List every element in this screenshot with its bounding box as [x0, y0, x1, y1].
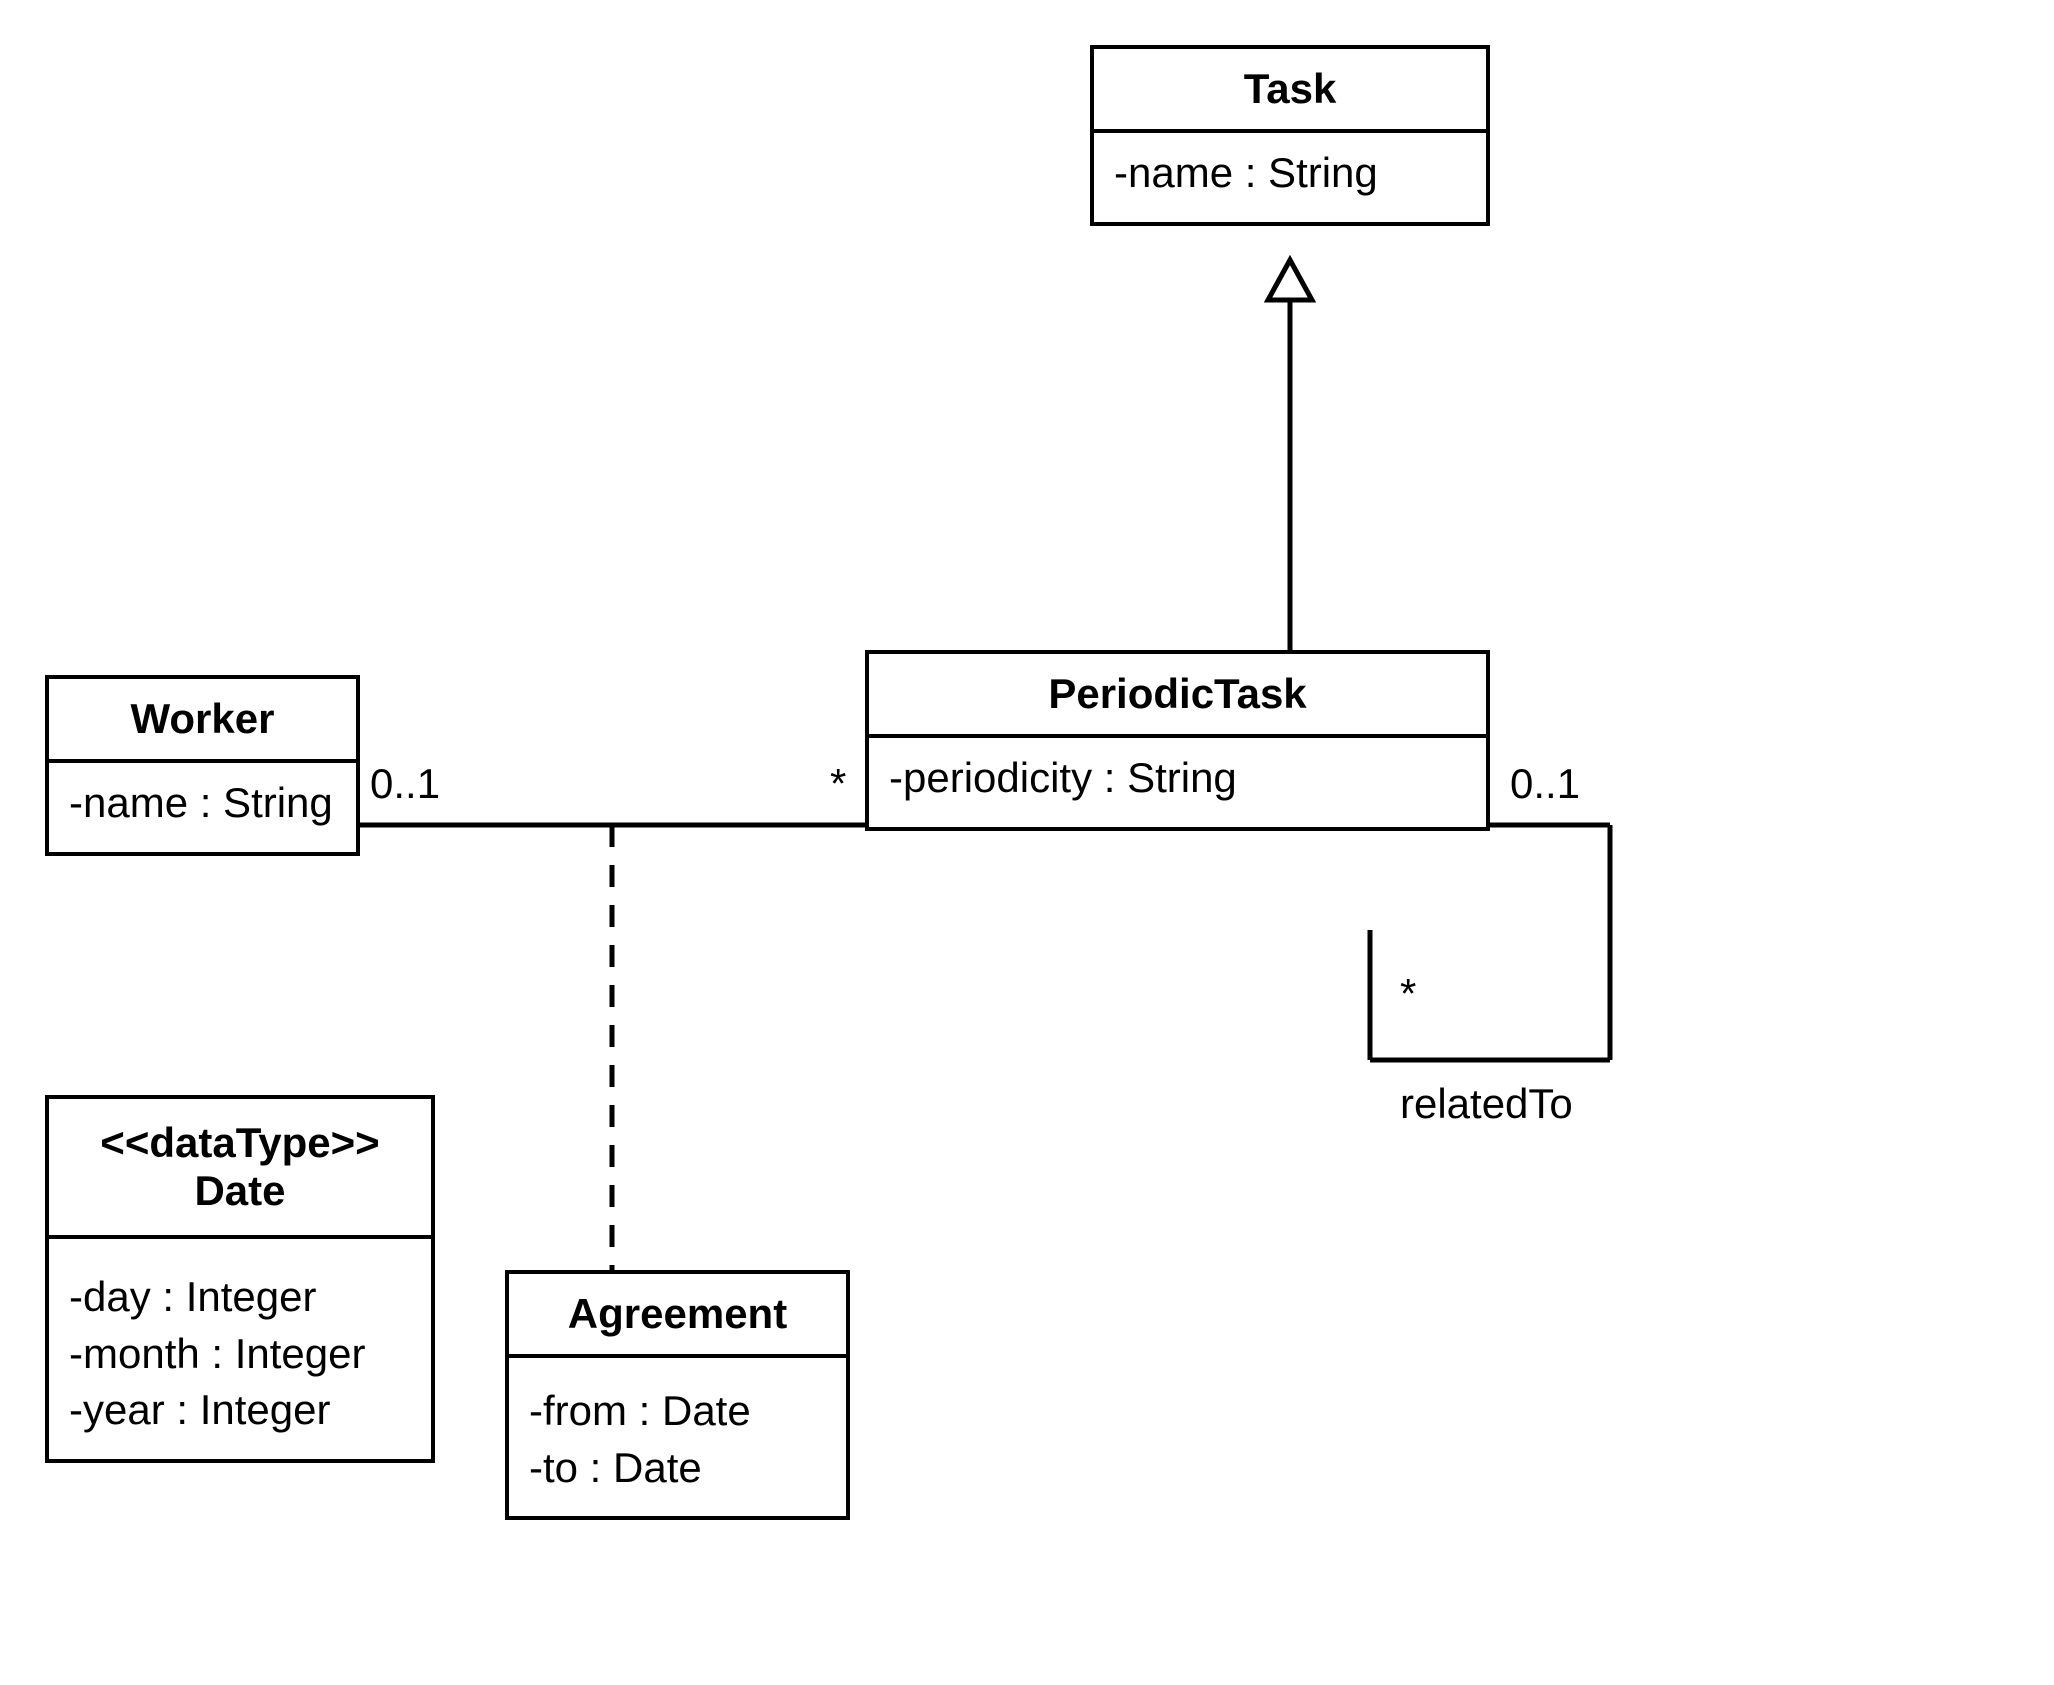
class-task-title: Task	[1094, 49, 1486, 133]
class-date-attr-1: -month : Integer	[69, 1326, 411, 1383]
class-agreement-body: -from : Date -to : Date	[509, 1358, 846, 1516]
mult-periodictask-side: *	[830, 760, 846, 808]
class-date-stereotype: <<dataType>>	[69, 1119, 411, 1167]
class-periodictask: PeriodicTask -periodicity : String	[865, 650, 1490, 831]
class-periodictask-title: PeriodicTask	[869, 654, 1486, 738]
class-agreement-title: Agreement	[509, 1274, 846, 1358]
class-task-attr-0: -name : String	[1114, 145, 1466, 202]
class-periodictask-body: -periodicity : String	[869, 738, 1486, 827]
class-worker-title: Worker	[49, 679, 356, 763]
class-date-title: <<dataType>> Date	[49, 1099, 431, 1239]
class-worker: Worker -name : String	[45, 675, 360, 856]
mult-worker-side: 0..1	[370, 760, 440, 808]
label-relatedto: relatedTo	[1400, 1080, 1573, 1128]
class-worker-attr-0: -name : String	[69, 775, 336, 832]
class-date-attr-0: -day : Integer	[69, 1269, 411, 1326]
class-worker-body: -name : String	[49, 763, 356, 852]
class-task-body: -name : String	[1094, 133, 1486, 222]
class-date: <<dataType>> Date -day : Integer -month …	[45, 1095, 435, 1463]
class-agreement-attr-1: -to : Date	[529, 1440, 826, 1497]
mult-relatedto-top: 0..1	[1510, 760, 1580, 808]
class-agreement: Agreement -from : Date -to : Date	[505, 1270, 850, 1520]
class-date-attr-2: -year : Integer	[69, 1382, 411, 1439]
class-agreement-attr-0: -from : Date	[529, 1383, 826, 1440]
class-date-body: -day : Integer -month : Integer -year : …	[49, 1239, 431, 1459]
class-periodictask-attr-0: -periodicity : String	[889, 750, 1466, 807]
class-task: Task -name : String	[1090, 45, 1490, 226]
class-date-name: Date	[69, 1167, 411, 1215]
mult-relatedto-bottom: *	[1400, 970, 1416, 1018]
